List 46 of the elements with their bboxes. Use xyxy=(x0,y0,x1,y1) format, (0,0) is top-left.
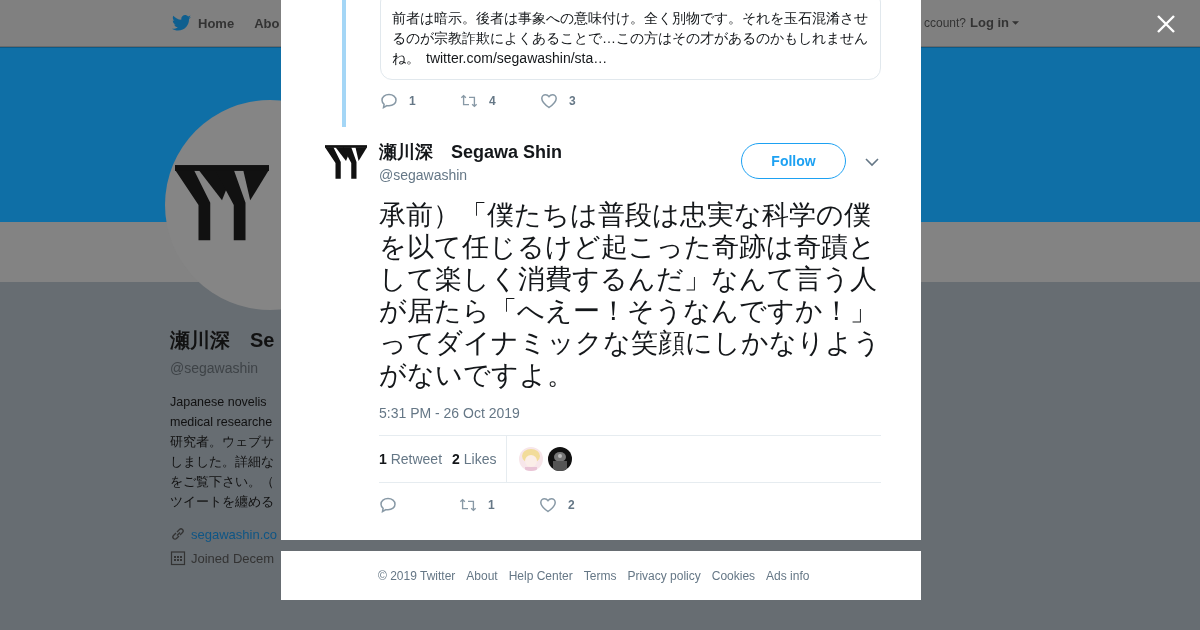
follow-button[interactable]: Follow xyxy=(741,143,846,179)
nav-link[interactable]: Home xyxy=(198,15,235,31)
bio-line: Japanese novelis xyxy=(170,394,267,411)
link-icon xyxy=(170,526,186,542)
bio-line: をご覧下さい。（ xyxy=(170,474,274,491)
calendar-icon xyxy=(170,550,186,566)
tweet-time: 5:31 PM - 26 Oct 2019 xyxy=(379,405,521,421)
chevron-icon[interactable] xyxy=(865,157,879,167)
retweet-icon[interactable] xyxy=(460,92,478,110)
footer-link[interactable]: Ads info xyxy=(766,568,810,583)
nav-link[interactable]: Abo xyxy=(254,15,280,31)
footer-link[interactable]: © 2019 Twitter xyxy=(378,568,456,583)
bio-line: ツイートを纏める xyxy=(170,494,274,511)
avatar-logo xyxy=(325,145,367,181)
bio-line: しました。詳細な xyxy=(170,454,274,471)
retweet-icon[interactable] xyxy=(459,496,477,514)
footer-link[interactable]: Cookies xyxy=(711,568,756,583)
bio-line: medical researche xyxy=(170,414,273,431)
reply-icon[interactable] xyxy=(379,496,397,514)
tweet-text: 前者は暗示。後者は事象への意味付け。全く別物です。それを玉石混淆させるのが宗教詐欺によくあることで…この方はその才があるのかもしれませんね。 twitter.com/segawashin/sta… xyxy=(380,0,881,80)
action-count: 2 xyxy=(568,498,575,512)
action-count: 3 xyxy=(569,94,576,108)
profile-name: 瀬川深 Se xyxy=(170,328,275,353)
bio-line: 研究者。ウェブサ xyxy=(170,434,274,451)
footer-link[interactable]: Terms xyxy=(583,568,617,583)
author-name: 瀬川深 Segawa Shin xyxy=(379,141,564,164)
footer-link[interactable]: Privacy policy xyxy=(627,568,701,583)
joined-date: Joined Decem xyxy=(191,550,275,566)
reply-icon[interactable] xyxy=(380,92,398,110)
action-count: 1 xyxy=(488,498,495,512)
caret-icon[interactable] xyxy=(1012,20,1020,25)
close-icon[interactable] xyxy=(1156,14,1176,34)
tweet-text: 承前）「僕たちは普段は忠実な科学の僕を以て任じるけど起こった奇跡は奇蹟として楽しく消費するんだ」なんて言う人が居たら「へえー！そうなんですか！」ってダイナミックな笑顔にしかなりようがないですよ。 xyxy=(379,199,881,391)
heart-icon[interactable] xyxy=(540,92,558,110)
action-count: 1 xyxy=(409,94,416,108)
heart-icon[interactable] xyxy=(539,496,557,514)
login-link[interactable]: Log in xyxy=(970,15,1020,30)
footer-link[interactable]: About xyxy=(466,568,498,583)
stat-count[interactable]: 2 Likes xyxy=(452,451,497,467)
stat-count[interactable]: 1 Retweet xyxy=(379,451,443,467)
action-count: 4 xyxy=(489,94,496,108)
account-prompt: ccount? xyxy=(924,15,967,30)
footer-link[interactable]: Help Center xyxy=(508,568,573,583)
tweet-link[interactable]: twitter.com/segawashin/sta… xyxy=(426,50,608,66)
author-handle: @segawashin xyxy=(379,167,469,183)
bird-icon xyxy=(172,15,191,31)
